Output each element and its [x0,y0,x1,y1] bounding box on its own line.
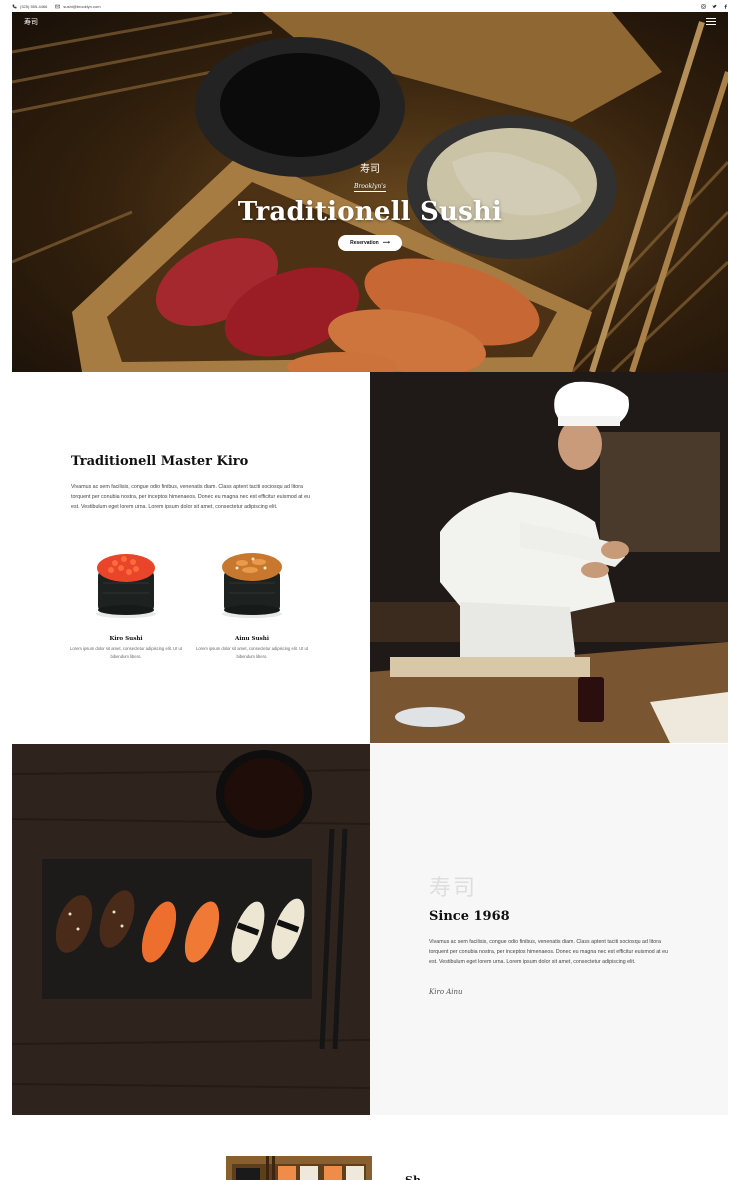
twitter-icon[interactable] [712,4,717,9]
since-body: Vivamus ac sem facilisis, congue odio fi… [429,939,668,966]
top-bar: (325) 555-4466 sushi@brooklyn.com [0,0,740,12]
contact-info: (325) 555-4466 sushi@brooklyn.com [12,4,101,9]
mail-icon [55,4,61,8]
ainu-sushi-image [222,553,282,618]
hero-subtitle: Brooklyn's [353,183,387,192]
sushi-platter-photo [12,744,370,1115]
item-name: Kiro Sushi [109,636,143,642]
reservation-button[interactable]: Reservation ⟶ [338,235,402,251]
social-links [701,3,728,9]
sushi-platter-image [12,744,370,1115]
kiro-sushi-image [96,554,156,618]
phone-link[interactable]: (325) 555-4466 [12,4,47,9]
since-section: 寿司 Since 1968 Vivamus ac sem facilisis, … [370,744,728,1115]
email-text: sushi@brooklyn.com [63,3,101,9]
item-description: Lorem ipsum dolor sit amet, consectetur … [196,646,308,659]
sushi-item-ainu: Ainu Sushi Lorem ipsum dolor sit amet, c… [192,548,312,661]
phone-icon [12,4,17,8]
hero-banner: 寿司 寿司 Brooklyn's Traditionell Sushi Rese… [12,12,728,372]
master-section: Traditionell Master Kiro Vivamus ac sem … [12,372,370,743]
chef-image [370,372,728,743]
email-link[interactable]: sushi@brooklyn.com [55,3,101,9]
item-description: Lorem ipsum dolor sit amet, consectetur … [70,646,182,659]
sushi-item-kiro: Kiro Sushi Lorem ipsum dolor sit amet, c… [66,548,186,661]
hamburger-menu-icon[interactable] [706,18,716,25]
item-name: Ainu Sushi [235,636,269,642]
phone-text: (325) 555-4466 [20,3,48,9]
signature: Kiro Ainu [429,988,463,996]
facebook-icon[interactable] [723,4,728,9]
chef-photo [370,372,728,743]
next-section-image [226,1156,372,1180]
site-logo[interactable]: 寿司 [24,17,38,27]
since-title: Since 1968 [429,909,510,924]
master-title: Traditionell Master Kiro [71,454,249,469]
instagram-icon[interactable] [701,3,706,9]
sushi-box-image [226,1156,372,1180]
hero-title: Traditionell Sushi [237,197,503,227]
master-body: Vivamus ac sem facilisis, congue odio fi… [71,484,310,511]
hero-content: 寿司 Brooklyn's Traditionell Sushi Reserva… [12,160,728,251]
hero-kanji: 寿司 [360,164,380,175]
arrow-right-icon: ⟶ [382,240,390,246]
since-kanji: 寿司 [429,876,478,901]
next-section-title: Sh [405,1174,421,1180]
reservation-button-label: Reservation [350,240,379,246]
